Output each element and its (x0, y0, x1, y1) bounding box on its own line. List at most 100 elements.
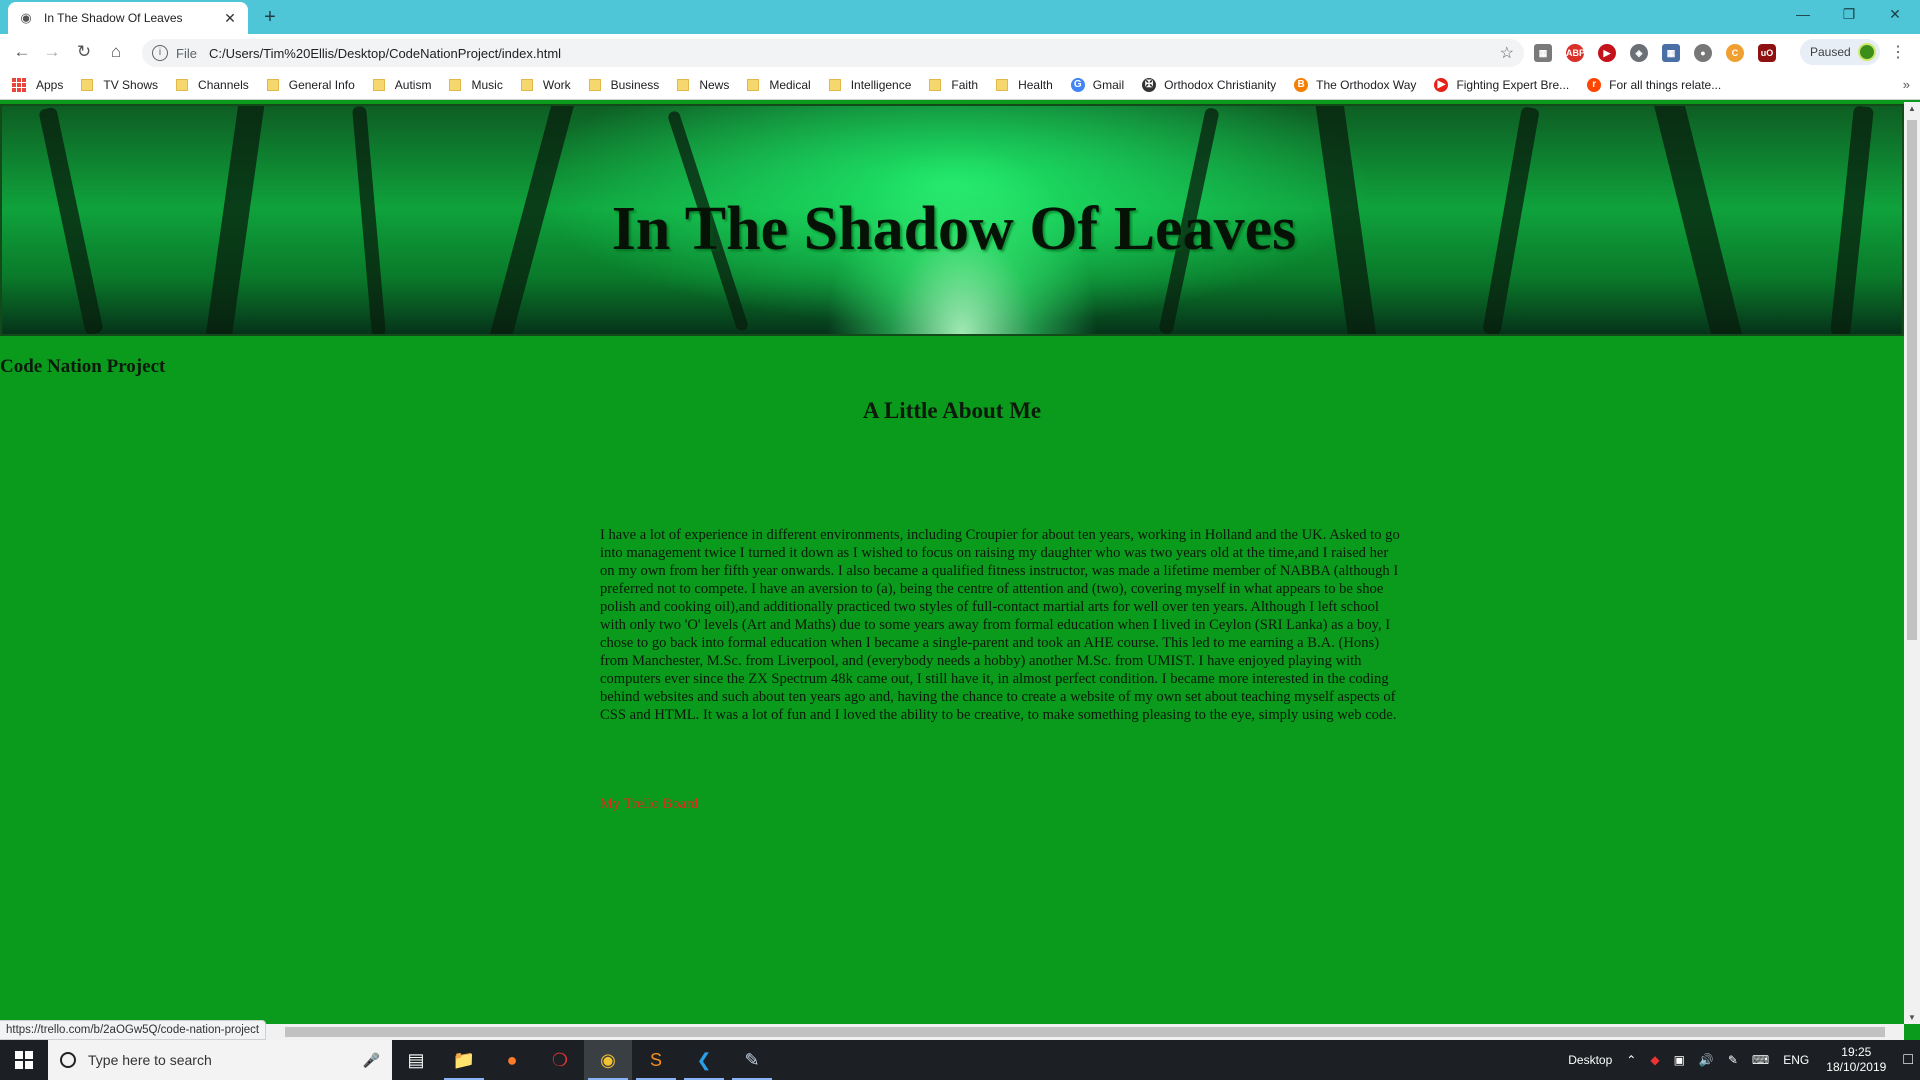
reload-icon[interactable]: ↻ (72, 40, 96, 64)
close-tab-icon[interactable]: ✕ (222, 10, 238, 27)
scroll-down-icon[interactable]: ▼ (1904, 1013, 1920, 1022)
bookmark-star-icon[interactable]: ☆ (1500, 43, 1514, 63)
chevron-up-icon[interactable]: ⌃ (1626, 1053, 1636, 1067)
lightbulb-extension-icon[interactable]: ● (1694, 44, 1712, 62)
bookmark-general-info[interactable]: General Info (266, 78, 355, 92)
bookmark-label: Music (471, 77, 503, 92)
microphone-icon[interactable]: 🎤 (363, 1052, 380, 1069)
bookmark-business[interactable]: Business (588, 78, 659, 92)
bookmark-health[interactable]: Health (996, 78, 1053, 92)
vertical-scroll-thumb[interactable] (1907, 120, 1917, 640)
file-explorer-icon[interactable]: 📁 (440, 1040, 488, 1080)
bookmark-for-all-things-relate[interactable]: r For all things relate... (1587, 77, 1722, 92)
bookmark-label: TV Shows (103, 77, 159, 92)
bookmark-label: The Orthodox Way (1316, 77, 1417, 92)
folder-icon (81, 78, 94, 91)
bookmark-label: Gmail (1092, 77, 1125, 92)
bookmark-label: News (699, 77, 730, 92)
bookmark-label: For all things relate... (1609, 77, 1722, 92)
forward-icon[interactable]: → (40, 40, 64, 64)
trello-board-link[interactable]: My Trello Board (600, 796, 698, 813)
app-red-icon[interactable]: ❍ (536, 1040, 584, 1080)
pen-workspace-icon[interactable]: ✎ (1728, 1053, 1738, 1067)
sublime-text-icon[interactable]: S (632, 1040, 680, 1080)
security-tray-icon[interactable]: ◆ (1650, 1053, 1659, 1067)
taskbar-search[interactable]: Type here to search 🎤 (48, 1040, 392, 1080)
tab-strip: ◉ In The Shadow Of Leaves ✕ + — ❐ ✕ (0, 0, 1920, 34)
keyboard-icon[interactable]: ⌨ (1752, 1053, 1769, 1067)
youtube-extension-icon[interactable]: ▶ (1598, 44, 1616, 62)
bookmark-music[interactable]: Music (449, 77, 503, 92)
close-window-icon[interactable]: ✕ (1872, 0, 1918, 30)
honey-extension-icon[interactable]: C (1726, 44, 1744, 62)
menu-dots-icon[interactable]: ⋮ (1890, 42, 1906, 62)
bookmark-intelligence[interactable]: Intelligence (828, 78, 911, 92)
tab-title: In The Shadow Of Leaves (44, 11, 183, 25)
bookmark-tv-shows[interactable]: TV Shows (81, 78, 158, 92)
bookmark-work[interactable]: Work (520, 77, 571, 92)
adblock-plus-icon[interactable]: ABP (1566, 44, 1585, 62)
avatar (1858, 43, 1876, 61)
url-text[interactable]: C:/Users/Tim%20Ellis/Desktop/CodeNationP… (209, 46, 1500, 61)
more-bookmarks-icon[interactable]: » (1903, 77, 1910, 92)
app-pen-icon[interactable]: ✎ (728, 1040, 776, 1080)
shield-extension-icon[interactable]: ◈ (1630, 44, 1648, 62)
site-info-icon[interactable]: i (152, 45, 168, 61)
bookmark-channels[interactable]: Channels (176, 78, 249, 92)
browser-tab[interactable]: ◉ In The Shadow Of Leaves ✕ (8, 2, 248, 34)
bookmark-the-orthodox-way[interactable]: B The Orthodox Way (1294, 77, 1417, 92)
restore-icon[interactable]: ❐ (1826, 0, 1872, 30)
bookmark-medical[interactable]: Medical (747, 78, 811, 92)
address-bar[interactable]: i File C:/Users/Tim%20Ellis/Desktop/Code… (142, 39, 1524, 67)
clock-time: 19:25 (1841, 1045, 1872, 1059)
clock[interactable]: 19:25 18/10/2019 (1826, 1045, 1886, 1075)
ublock-origin-icon[interactable]: uO (1758, 44, 1776, 62)
windows-logo-icon (15, 1051, 33, 1069)
header-banner: In The Shadow Of Leaves (0, 104, 1904, 336)
new-tab-button[interactable]: + (258, 6, 282, 30)
bookmark-gmail[interactable]: G Gmail (1070, 77, 1125, 92)
bookmark-fighting-expert-bre[interactable]: ▶ Fighting Expert Bre... (1434, 77, 1569, 92)
back-icon[interactable]: ← (10, 40, 34, 64)
bookmark-label: Autism (394, 77, 432, 92)
home-icon[interactable]: ⌂ (104, 40, 128, 64)
bookmark-orthodox-christianity[interactable]: ✠ Orthodox Christianity (1142, 77, 1276, 92)
scroll-up-icon[interactable]: ▲ (1904, 104, 1920, 113)
horizontal-scrollbar[interactable] (0, 1024, 1904, 1040)
blogger-icon: B (1294, 77, 1309, 92)
reddit-icon: r (1587, 77, 1602, 92)
vertical-scrollbar[interactable]: ▲ ▼ (1904, 102, 1920, 1024)
clock-date: 18/10/2019 (1826, 1060, 1887, 1074)
desktop-toolbar-label[interactable]: Desktop (1568, 1053, 1612, 1067)
search-input[interactable]: Type here to search (88, 1052, 363, 1068)
minimize-icon[interactable]: — (1780, 0, 1826, 30)
profile-status: Paused (1810, 45, 1851, 59)
bookmark-autism[interactable]: Autism (372, 77, 432, 92)
bookmark-apps[interactable]: Apps (12, 77, 63, 92)
volume-icon[interactable]: 🔊 (1699, 1053, 1714, 1067)
about-heading: A Little About Me (862, 398, 1042, 423)
start-button[interactable] (0, 1040, 48, 1080)
task-view-icon[interactable]: ▤ (392, 1040, 440, 1080)
horizontal-scroll-thumb[interactable] (285, 1027, 1885, 1037)
grid-extension-icon[interactable]: ▦ (1662, 44, 1680, 62)
firefox-icon[interactable]: ● (488, 1040, 536, 1080)
vscode-icon[interactable]: ❮ (680, 1040, 728, 1080)
folder-icon (588, 78, 601, 91)
folder-icon (996, 78, 1009, 91)
language-indicator[interactable]: ENG (1783, 1053, 1809, 1067)
bookmark-label: Work (542, 77, 571, 92)
web-page: In The Shadow Of Leaves Code Nation Proj… (0, 102, 1904, 1024)
profile-button[interactable]: Paused (1800, 39, 1880, 65)
extension-puzzle-icon[interactable]: ▦ (1534, 44, 1552, 62)
folder-icon (266, 78, 279, 91)
bookmark-news[interactable]: News (677, 78, 729, 92)
notifications-icon[interactable]: □ (1903, 1051, 1913, 1069)
folder-icon (677, 78, 690, 91)
page-title: In The Shadow Of Leaves (611, 195, 1297, 263)
chrome-icon[interactable]: ◉ (584, 1040, 632, 1080)
google-icon: G (1070, 77, 1085, 92)
network-icon[interactable]: ▣ (1674, 1053, 1685, 1067)
bookmark-faith[interactable]: Faith (929, 78, 978, 92)
system-tray: Desktop ⌃ ◆ ▣ 🔊 ✎ ⌨ ENG 19:25 18/10/2019… (1561, 1040, 1920, 1080)
